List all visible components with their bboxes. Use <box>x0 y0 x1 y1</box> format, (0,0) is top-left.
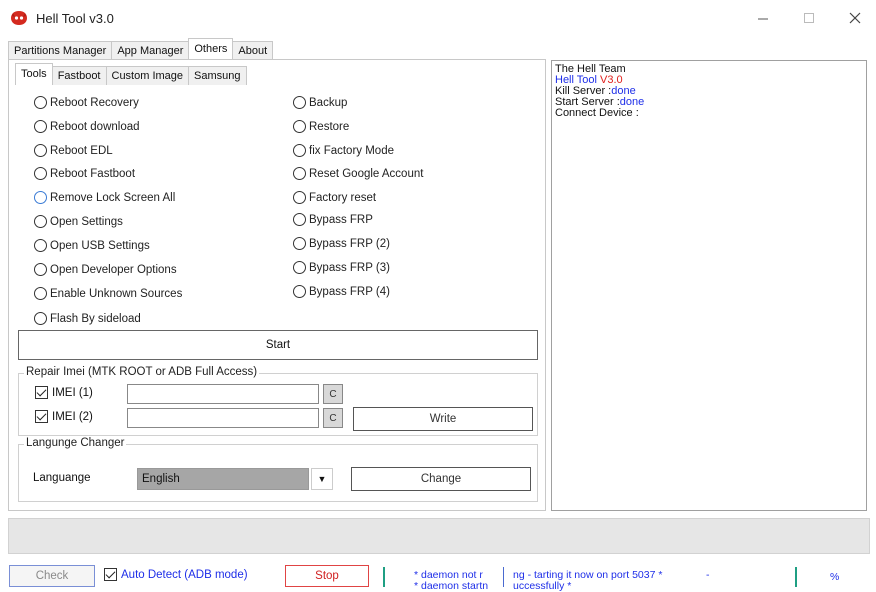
tab-fastboot[interactable]: Fastboot <box>51 66 107 85</box>
radio-button[interactable] <box>293 213 306 226</box>
option-flash-by-sideload[interactable]: Flash By sideload <box>34 312 141 325</box>
main-panel: Tools Fastboot Custom Image Samsung Rebo… <box>8 59 546 511</box>
option-reset-google-account[interactable]: Reset Google Account <box>293 167 423 180</box>
radio-button[interactable] <box>34 191 47 204</box>
option-remove-lock-screen-all[interactable]: Remove Lock Screen All <box>34 191 175 204</box>
status-message-1: * daemon not r * daemon startn <box>414 569 489 592</box>
progress-percent: % <box>830 571 840 583</box>
tab-samsung[interactable]: Samsung <box>188 66 247 85</box>
option-open-developer-options[interactable]: Open Developer Options <box>34 263 177 276</box>
tab-about[interactable]: About <box>232 41 274 60</box>
tab-partitions-manager[interactable]: Partitions Manager <box>8 41 113 60</box>
radio-button[interactable] <box>293 261 306 274</box>
option-open-settings[interactable]: Open Settings <box>34 215 123 228</box>
check-button[interactable]: Check <box>9 565 95 587</box>
radio-button[interactable] <box>34 287 47 300</box>
status-dash: - <box>706 569 710 581</box>
option-restore[interactable]: Restore <box>293 120 349 133</box>
option-backup[interactable]: Backup <box>293 96 347 109</box>
start-button[interactable]: Start <box>18 330 538 360</box>
option-reboot-edl[interactable]: Reboot EDL <box>34 144 113 157</box>
status-separator <box>383 567 385 587</box>
tab-others[interactable]: Others <box>188 38 234 60</box>
radio-button[interactable] <box>34 263 47 276</box>
language-label: Languange <box>33 472 91 484</box>
change-button[interactable]: Change <box>351 467 531 491</box>
radio-button[interactable] <box>34 239 47 252</box>
tab-custom-image[interactable]: Custom Image <box>105 66 190 85</box>
auto-detect-checkbox[interactable]: Auto Detect (ADB mode) <box>104 568 248 581</box>
radio-button[interactable] <box>34 215 47 228</box>
close-button[interactable] <box>832 4 876 32</box>
radio-button[interactable] <box>34 96 47 109</box>
radio-button[interactable] <box>293 167 306 180</box>
radio-button[interactable] <box>293 120 306 133</box>
checkbox-checked-icon[interactable] <box>104 568 117 581</box>
imei2-checkbox[interactable]: IMEI (2) <box>35 410 93 423</box>
language-changer-group: Langunge Changer Languange English ▼ Cha… <box>18 437 538 502</box>
title-bar: Hell Tool v3.0 <box>0 0 876 36</box>
option-open-usb-settings[interactable]: Open USB Settings <box>34 239 150 252</box>
close-icon <box>849 12 861 24</box>
checkbox-checked-icon[interactable] <box>35 410 48 423</box>
bottom-bar: Check Auto Detect (ADB mode) Stop * daem… <box>0 558 876 592</box>
option-fix-factory-mode[interactable]: fix Factory Mode <box>293 144 394 157</box>
tab-tools[interactable]: Tools <box>15 63 53 85</box>
option-bypass-frp[interactable]: Bypass FRP <box>293 213 373 226</box>
radio-button[interactable] <box>293 237 306 250</box>
imei2-c-button[interactable]: C <box>323 408 343 428</box>
radio-button[interactable] <box>34 144 47 157</box>
maximize-button[interactable] <box>786 4 832 32</box>
radio-button[interactable] <box>293 285 306 298</box>
radio-button[interactable] <box>34 312 47 325</box>
minimize-icon <box>758 18 768 20</box>
repair-imei-title: Repair Imei (MTK ROOT or ADB Full Access… <box>24 366 260 378</box>
radio-button[interactable] <box>293 144 306 157</box>
imei1-c-button[interactable]: C <box>323 384 343 404</box>
minimize-button[interactable] <box>740 4 786 32</box>
status-separator <box>795 567 797 587</box>
status-separator <box>503 567 504 587</box>
language-dropdown[interactable]: English <box>137 468 309 490</box>
option-bypass-frp-3[interactable]: Bypass FRP (3) <box>293 261 390 274</box>
status-message-2: ng - tarting it now on port 5037 * ucces… <box>513 569 663 592</box>
progress-area <box>8 518 870 554</box>
log-line: Connect Device : <box>555 107 639 119</box>
window-title: Hell Tool v3.0 <box>36 11 114 26</box>
log-panel: The Hell Team Hell Tool V3.0 Kill Server… <box>551 60 867 511</box>
radio-button[interactable] <box>34 120 47 133</box>
imei1-input[interactable] <box>127 384 319 404</box>
write-button[interactable]: Write <box>353 407 533 431</box>
imei2-input[interactable] <box>127 408 319 428</box>
repair-imei-group: Repair Imei (MTK ROOT or ADB Full Access… <box>18 366 538 436</box>
checkbox-checked-icon[interactable] <box>35 386 48 399</box>
stop-button[interactable]: Stop <box>285 565 369 587</box>
radio-button[interactable] <box>293 96 306 109</box>
imei1-checkbox[interactable]: IMEI (1) <box>35 386 93 399</box>
radio-button[interactable] <box>293 191 306 204</box>
option-bypass-frp-4[interactable]: Bypass FRP (4) <box>293 285 390 298</box>
chevron-down-icon[interactable]: ▼ <box>311 468 333 490</box>
main-tabs: Partitions Manager App Manager Others Ab… <box>8 38 274 60</box>
tab-app-manager[interactable]: App Manager <box>111 41 190 60</box>
option-reboot-download[interactable]: Reboot download <box>34 120 140 133</box>
language-changer-title: Langunge Changer <box>24 437 127 449</box>
option-factory-reset[interactable]: Factory reset <box>293 191 376 204</box>
sub-tabs: Tools Fastboot Custom Image Samsung <box>15 63 247 85</box>
option-enable-unknown-sources[interactable]: Enable Unknown Sources <box>34 287 182 300</box>
option-reboot-recovery[interactable]: Reboot Recovery <box>34 96 139 109</box>
option-reboot-fastboot[interactable]: Reboot Fastboot <box>34 167 135 180</box>
app-logo-icon <box>11 11 27 25</box>
option-bypass-frp-2[interactable]: Bypass FRP (2) <box>293 237 390 250</box>
radio-button[interactable] <box>34 167 47 180</box>
maximize-icon <box>804 13 814 23</box>
